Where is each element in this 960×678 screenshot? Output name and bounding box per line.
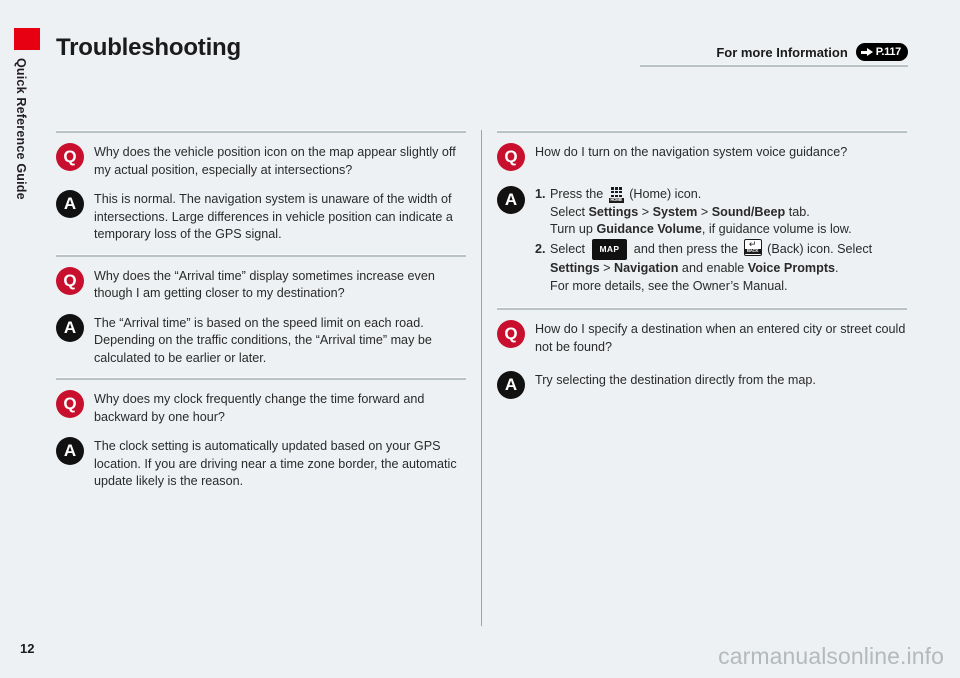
page-number: 12 (20, 641, 35, 656)
more-info-label: For more Information (716, 44, 848, 60)
content-columns: Q Why does the vehicle position icon on … (56, 130, 908, 626)
sidebar-tab: Quick Reference Guide (14, 28, 40, 200)
right-column: Q How do I turn on the navigation system… (497, 130, 907, 626)
step-number: 2. (535, 241, 546, 256)
answer-badge: A (56, 313, 84, 342)
block-divider (56, 130, 466, 133)
qa-block: Q How do I turn on the navigation system… (497, 130, 907, 295)
map-button-icon[interactable]: MAP (591, 238, 628, 260)
step-emphasis: Settings (550, 261, 600, 275)
step-separator: > (697, 204, 712, 219)
answer-row: A 1. Press the HOME (Home) icon. Select S… (497, 185, 907, 295)
answer-badge: A (497, 186, 525, 214)
question-row: Q How do I specify a destination when an… (497, 319, 907, 356)
answer-badge: A (497, 371, 525, 399)
step-emphasis: Voice Prompts (747, 261, 836, 275)
step-text: Select (550, 204, 589, 219)
question-row: Q Why does the “Arrival time” display so… (56, 266, 466, 303)
step-text: (Back) icon. Select (763, 241, 873, 256)
block-divider (56, 253, 466, 257)
qa-block: Q How do I specify a destination when an… (497, 307, 907, 399)
step-text: . (835, 261, 839, 275)
question-badge: Q (497, 143, 525, 171)
step-2-line-1: 2. Select MAP and then press the ↵ BACK (B… (535, 238, 873, 260)
column-divider (481, 130, 482, 626)
qa-block: Q Why does the vehicle position icon on … (56, 130, 466, 244)
question-text: How do I turn on the navigation system v… (535, 145, 848, 159)
question-text: Why does the “Arrival time” display some… (94, 268, 435, 301)
block-divider (497, 307, 907, 310)
block-divider (56, 377, 466, 380)
answer-badge: A (56, 437, 84, 465)
question-badge: Q (497, 320, 525, 348)
step-emphasis: Navigation (614, 261, 679, 275)
page-header: Troubleshooting For more Information P.1… (56, 34, 908, 74)
home-icon-label: HOME (608, 197, 624, 203)
question-text: Why does the vehicle position icon on th… (94, 145, 456, 177)
left-column: Q Why does the vehicle position icon on … (56, 130, 466, 626)
step-1-line-2: Select Settings > System > Sound/Beep ta… (535, 204, 872, 222)
answer-text: This is normal. The navigation system is… (94, 192, 453, 241)
step-emphasis: Guidance Volume (596, 222, 702, 236)
step-1-line-1: 1. Press the HOME (Home) icon. (535, 186, 872, 204)
question-text: How do I specify a destination when an e… (535, 322, 906, 354)
block-divider (497, 130, 907, 133)
answer-row: A Try selecting the destination directly… (497, 370, 907, 399)
question-badge: Q (56, 143, 84, 171)
step-1-line-3: Turn up Guidance Volume, if guidance vol… (535, 221, 872, 239)
question-row: Q Why does my clock frequently change th… (56, 389, 466, 426)
home-icon: HOME (608, 187, 624, 203)
question-row: Q How do I turn on the navigation system… (497, 142, 907, 171)
step-emphasis: System (652, 204, 698, 219)
step-separator: > (638, 204, 653, 219)
step-text: Turn up (550, 222, 597, 236)
page-reference-badge[interactable]: P.117 (855, 43, 908, 61)
step-emphasis: Settings (588, 204, 639, 219)
question-row: Q Why does the vehicle position icon on … (56, 142, 466, 179)
step-text: and then press the (630, 241, 742, 256)
back-icon-label: BACK (744, 248, 761, 254)
step-text: Select (550, 241, 589, 256)
answer-row: A The “Arrival time” is based on the spe… (56, 313, 466, 368)
sidebar-accent-block (14, 28, 40, 50)
question-badge: Q (56, 390, 84, 418)
arrow-right-icon (860, 47, 874, 57)
sidebar-section-label: Quick Reference Guide (14, 58, 28, 200)
answer-steps: 1. Press the HOME (Home) icon. Select Set… (535, 185, 872, 295)
step-number: 1. (535, 187, 546, 201)
watermark: carmanualsonline.info (718, 643, 944, 669)
page-reference-text: P.117 (875, 45, 902, 58)
answer-row: A The clock setting is automatically upd… (56, 436, 466, 491)
step-text: , if guidance volume is low. (701, 222, 852, 236)
answer-text: The “Arrival time” is based on the speed… (94, 315, 432, 365)
back-icon: ↵ BACK (743, 238, 762, 256)
answer-text: Try selecting the destination directly f… (535, 373, 816, 387)
step-separator: > (599, 261, 615, 275)
step-text: (Home) icon. (625, 187, 702, 201)
question-text: Why does my clock frequently change the … (94, 392, 425, 424)
step-2-line-2: Settings > Navigation and enable Voice P… (535, 260, 872, 278)
answer-badge: A (56, 190, 84, 218)
page-title: Troubleshooting (56, 34, 241, 61)
step-text: tab. (785, 204, 810, 219)
header-divider (640, 64, 908, 67)
question-badge: Q (56, 266, 84, 295)
step-2-line-3: For more details, see the Owner’s Manual… (550, 278, 788, 293)
more-info-group: For more Information P.117 (716, 43, 908, 61)
qa-block: Q Why does my clock frequently change th… (56, 377, 466, 491)
step-text: and enable (678, 261, 748, 275)
qa-block: Q Why does the “Arrival time” display so… (56, 253, 466, 368)
answer-text: The clock setting is automatically updat… (94, 439, 457, 488)
answer-row: A This is normal. The navigation system … (56, 189, 466, 244)
step-text: Press the (550, 187, 607, 201)
step-emphasis: Sound/Beep (711, 204, 786, 219)
